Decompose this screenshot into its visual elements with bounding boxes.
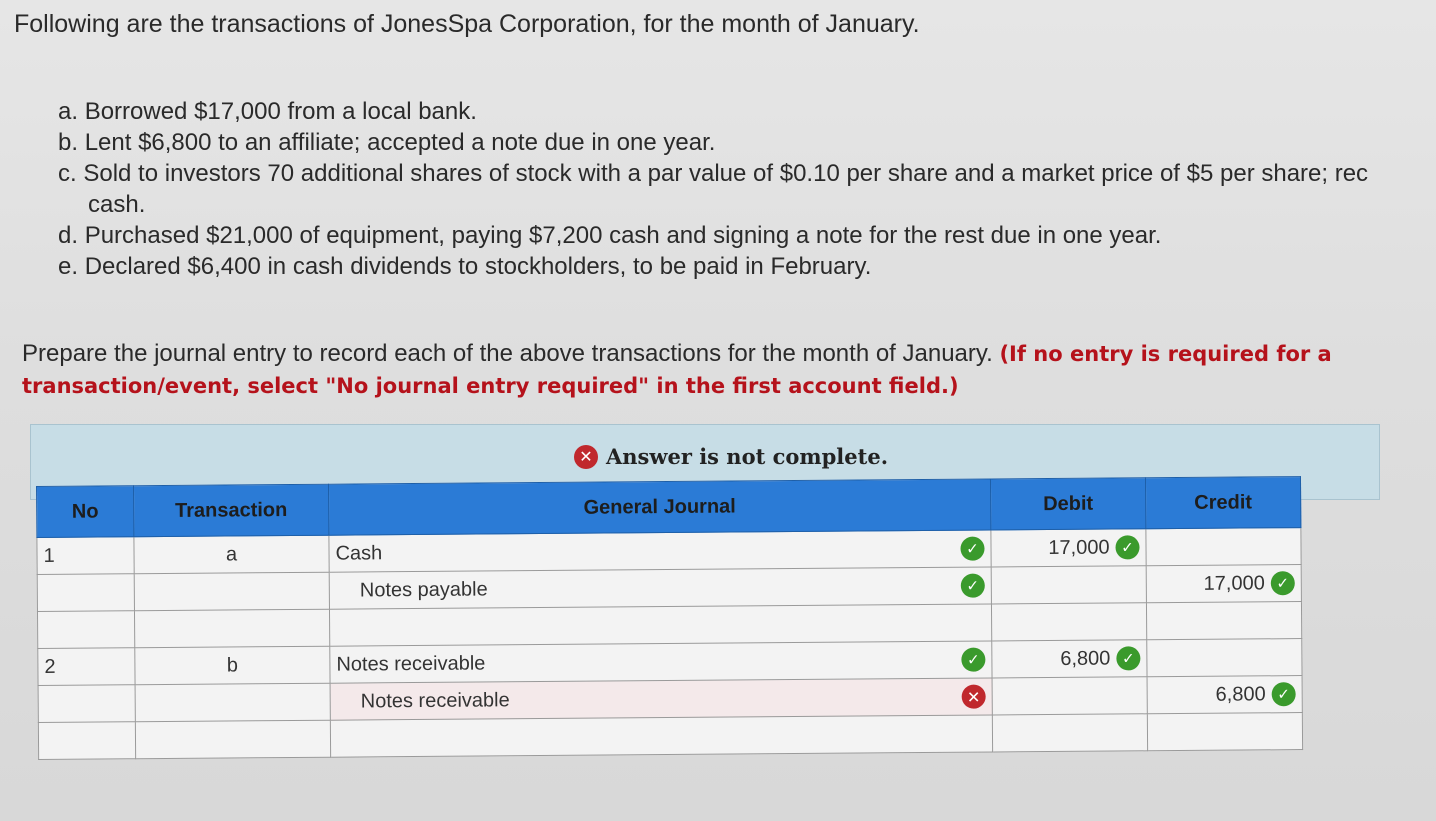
cell-no: [38, 721, 136, 760]
debit-field-value: 17,000: [1048, 536, 1110, 559]
transaction-item-a: a. Borrowed $17,000 from a local bank.: [58, 98, 477, 125]
debit-field-value: 6,800: [1060, 647, 1111, 670]
transaction-item-e: e. Declared $6,400 in cash dividends to …: [58, 253, 872, 280]
account-field[interactable]: Notes payable ✓: [329, 567, 992, 610]
account-cell-content: [336, 623, 985, 628]
credit-field-value: 6,800: [1215, 682, 1266, 706]
account-name: Notes receivable: [360, 688, 510, 712]
debit-field[interactable]: [991, 565, 1147, 604]
cell-transaction: a: [133, 535, 330, 574]
account-name: Notes payable: [359, 577, 488, 601]
header-debit: Debit: [990, 477, 1146, 531]
check-circle-icon: ✓: [1270, 571, 1295, 596]
credit-field[interactable]: 17,000 ✓: [1146, 564, 1302, 603]
credit-field[interactable]: [1147, 712, 1303, 751]
account-cell-content: Notes payable ✓: [336, 573, 985, 603]
debit-field[interactable]: [992, 676, 1148, 715]
transaction-item-c-continued: cash.: [88, 191, 146, 218]
credit-field-value: 17,000: [1203, 571, 1265, 595]
account-cell-content: Notes receivable ✓: [336, 647, 986, 677]
intro-text: Following are the transactions of JonesS…: [14, 10, 920, 38]
credit-field[interactable]: [1146, 638, 1303, 677]
credit-field-content: 6,800 ✓: [1216, 682, 1296, 707]
cell-transaction: [134, 572, 330, 611]
transaction-item-d: d. Purchased $21,000 of equipment, payin…: [58, 222, 1162, 249]
account-cell-content: [337, 734, 986, 739]
transaction-item-c: c. Sold to investors 70 additional share…: [58, 160, 1369, 187]
cell-no: [37, 573, 135, 612]
instruction-text: Prepare the journal entry to record each…: [22, 340, 1332, 398]
cell-transaction: [134, 609, 330, 648]
check-circle-icon: ✓: [961, 647, 986, 672]
account-cell-content: Cash ✓: [335, 536, 985, 566]
account-field[interactable]: Notes receivable ✕: [330, 677, 993, 721]
cell-no: 2: [37, 647, 136, 686]
check-circle-icon: ✓: [960, 536, 985, 561]
general-journal-table: No Transaction General Journal Debit Cre…: [36, 476, 1304, 760]
cell-transaction: [135, 720, 331, 759]
journal-body: 1 a Cash ✓ 17,000 ✓ Notes payable ✓ 17,000 ✓ 2 b Not…: [36, 527, 1303, 760]
header-credit: Credit: [1145, 476, 1301, 529]
cell-no: 1: [36, 536, 135, 575]
account-cell-content: Notes receivable ✕: [337, 684, 986, 714]
cell-no: [38, 684, 136, 723]
account-field[interactable]: Cash ✓: [328, 530, 992, 573]
cell-transaction: b: [134, 646, 331, 685]
header-general-journal: General Journal: [328, 479, 991, 536]
check-circle-icon: ✓: [1271, 682, 1296, 707]
credit-field-content: 17,000 ✓: [1204, 571, 1295, 596]
x-circle-icon: ✕: [961, 684, 986, 709]
header-transaction: Transaction: [133, 484, 329, 537]
account-name: Cash: [335, 541, 383, 565]
cell-transaction: [135, 683, 331, 722]
check-circle-icon: ✓: [1115, 535, 1140, 560]
debit-field-content: 17,000 ✓: [1048, 535, 1140, 560]
check-circle-icon: ✓: [1116, 646, 1141, 671]
account-field[interactable]: [329, 603, 992, 647]
credit-field[interactable]: 6,800 ✓: [1147, 675, 1303, 714]
account-name: Notes receivable: [336, 651, 486, 676]
credit-field[interactable]: [1145, 527, 1302, 566]
transaction-item-b: b. Lent $6,800 to an affiliate; accepted…: [58, 129, 716, 156]
credit-field[interactable]: [1146, 601, 1302, 640]
debit-field-content: 6,800 ✓: [1060, 646, 1141, 671]
debit-field[interactable]: 6,800 ✓: [991, 639, 1148, 678]
transaction-list: a. Borrowed $17,000 from a local bank. b…: [58, 96, 1436, 282]
answer-status: ✕ Answer is not complete.: [574, 444, 888, 469]
account-field[interactable]: [330, 714, 993, 758]
account-field[interactable]: Notes receivable ✓: [329, 640, 993, 684]
cell-no: [37, 610, 135, 649]
debit-field[interactable]: 17,000 ✓: [990, 528, 1147, 568]
debit-field[interactable]: [991, 602, 1147, 641]
check-circle-icon: ✓: [960, 573, 985, 598]
debit-field[interactable]: [992, 713, 1148, 752]
header-no: No: [36, 485, 134, 538]
x-circle-icon: ✕: [574, 444, 598, 469]
